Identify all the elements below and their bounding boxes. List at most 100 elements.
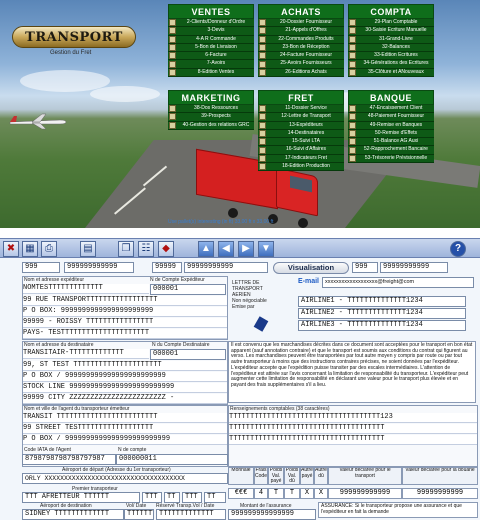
- agent-line-2[interactable]: 99 STREET TESTTTTTTTTTTTTTTTTTT: [23, 424, 227, 434]
- menu-item-ventes-4[interactable]: 5-Bon de Livraison: [168, 44, 254, 53]
- shipper-account-field[interactable]: 000001: [150, 284, 226, 295]
- menu-item-banque-6[interactable]: 52-Rapprochement Bancaire: [348, 146, 434, 155]
- menu-item-banque-5[interactable]: 51-Balance AG Auxi: [348, 138, 434, 147]
- shipper-address-line-3[interactable]: 99999 - ROISSY TTTTTTTTTTTTTTTT: [23, 318, 227, 328]
- accounting-line-2[interactable]: TTTTTTTTTTTTTTTTTTTTTTTTTTTTTTTTTTTTT: [229, 424, 477, 434]
- menu-item-ventes-7[interactable]: 8-Edition Ventes: [168, 69, 254, 78]
- menu-item-fret-7[interactable]: 17-Indicateurs Fret: [258, 155, 344, 164]
- menu-item-marketing-2[interactable]: 39-Prospects: [168, 113, 254, 122]
- menu-item-achats-5[interactable]: 24-Facture Fournisseur: [258, 52, 344, 61]
- menu-item-fret-4[interactable]: 14-Destinataires: [258, 130, 344, 139]
- consignee-name-field[interactable]: TRANSITAIR-TTTTTTTTTTTTT: [23, 349, 149, 359]
- menu-item-compta-1[interactable]: 29-Plan Comptable: [348, 19, 434, 28]
- iata-code-field[interactable]: 8798798798798797987: [22, 454, 116, 465]
- menu-item-fret-3[interactable]: 13-Expéditeurs: [258, 122, 344, 130]
- airline-2-field[interactable]: AIRLINE2 - TTTTTTTTTTTTTT1234: [298, 308, 466, 319]
- code-mid-field[interactable]: 99999: [152, 262, 182, 273]
- document-icon[interactable]: ☷: [138, 241, 154, 257]
- menu-item-compta-5[interactable]: 33-Edition Ecritures: [348, 52, 434, 61]
- stamp-icon[interactable]: ◆: [158, 241, 174, 257]
- menu-item-ventes-5[interactable]: 6-Facture: [168, 52, 254, 61]
- consignee-address-line-4[interactable]: 99999 CITY ZZZZZZZZZZZZZZZZZZZZZZZ -: [23, 394, 227, 404]
- routing-4-field[interactable]: TT: [204, 492, 226, 503]
- agent-line-1[interactable]: TRANSIT TTTTTTTTTTTTTTTTTTTTTTTT: [23, 413, 227, 423]
- shipper-name-field[interactable]: NOMTESTTTTTTTTTTTTT: [23, 284, 149, 294]
- menu-item-achats-3[interactable]: 22-Commandes Produits: [258, 36, 344, 44]
- previous-record-icon[interactable]: ◀: [218, 241, 234, 257]
- consignee-address-line-2[interactable]: P O BOX / 999999999999999999999999: [23, 372, 227, 382]
- other-due-field[interactable]: X: [314, 488, 328, 499]
- routing-2-field[interactable]: TT: [164, 492, 180, 503]
- last-record-icon[interactable]: ▼: [258, 241, 274, 257]
- menu-item-fret-5[interactable]: 15-Suivi LTA: [258, 138, 344, 147]
- consignee-address-line-1[interactable]: 99, ST TEST TTTTTTTTTTTTTTTTTTTTT: [23, 361, 227, 371]
- destination-airport-field[interactable]: SIDNEY TTTTTTTTTTTTT: [22, 509, 124, 520]
- routing-3-field[interactable]: TTT: [182, 492, 202, 503]
- agent-account-field[interactable]: 000000011: [116, 454, 228, 465]
- menu-item-compta-6[interactable]: 34-Générations des Ecritures: [348, 60, 434, 69]
- charge-code-field[interactable]: 4: [254, 488, 268, 499]
- menu-item-ventes-3[interactable]: 4-A R Commande: [168, 36, 254, 44]
- number-mid-field[interactable]: 99999999999: [184, 262, 268, 273]
- menu-item-achats-6[interactable]: 25-Avoirs Fournisseurs: [258, 60, 344, 69]
- reserved-flight-field[interactable]: TTTTTTTTTTTTT: [156, 509, 226, 520]
- consignee-account-field[interactable]: 000001: [150, 349, 226, 360]
- menu-item-fret-8[interactable]: 18-Edition Production: [258, 163, 344, 172]
- currency-field[interactable]: €€€: [228, 488, 254, 499]
- menu-item-ventes-1[interactable]: 2-Clients/Donneur d'Ordre: [168, 19, 254, 28]
- accounting-line-3[interactable]: TTTTTTTTTTTTTTTTTTTTTTTTTTTTTTTTTTTTT: [229, 435, 477, 445]
- menu-item-banque-4[interactable]: 50-Remise d'Effets: [348, 130, 434, 139]
- menu-item-banque-2[interactable]: 48-Paiement Fournisseur: [348, 113, 434, 122]
- shipper-address-line-2[interactable]: P O BOX: 9999999999999999999999: [23, 307, 227, 317]
- visualisation-button[interactable]: Visualisation: [273, 262, 349, 274]
- menu-item-achats-4[interactable]: 23-Bon de Réception: [258, 44, 344, 53]
- menu-item-achats-2[interactable]: 21-Appels d'Offres: [258, 27, 344, 36]
- first-carrier-field[interactable]: TTT AFRETTEUR TTTTTT: [22, 492, 140, 503]
- help-icon[interactable]: ?: [450, 241, 466, 257]
- menu-item-ventes-2[interactable]: 3-Devis: [168, 27, 254, 36]
- first-record-icon[interactable]: ▲: [198, 241, 214, 257]
- shipper-address-line-4[interactable]: PAYS- TESTTTTTTTTTTTTTTTTTTTTT: [23, 329, 227, 339]
- accounting-line-1[interactable]: TTTTTTTTTTTTTTTTTTTTTTTTTTTTTTTTTTTT123: [229, 413, 477, 423]
- menu-item-compta-4[interactable]: 32-Balances: [348, 44, 434, 53]
- airline-3-field[interactable]: AIRLINE3 - TTTTTTTTTTTTTT1234: [298, 320, 466, 331]
- menu-item-ventes-6[interactable]: 7-Avoirs: [168, 60, 254, 69]
- menu-item-achats-1[interactable]: 20-Dossier Fournisseur: [258, 19, 344, 28]
- code-right-field[interactable]: 999: [352, 262, 378, 273]
- number-right-field[interactable]: 99999999999: [380, 262, 448, 273]
- copy-icon[interactable]: ❐: [118, 241, 134, 257]
- email-field[interactable]: xxxxxxxxxxxxxxxxxxx@freight@com: [322, 277, 474, 288]
- number-left-field[interactable]: 999999999999: [64, 262, 134, 273]
- printer-icon[interactable]: ⎙: [41, 241, 57, 257]
- menu-item-compta-3[interactable]: 31-Grand-Livre: [348, 36, 434, 44]
- menu-item-fret-6[interactable]: 16-Suivi d'Affaires: [258, 146, 344, 155]
- code-left-field[interactable]: 999: [22, 262, 60, 273]
- menu-item-compta-2[interactable]: 30-Saisie Ecriture Manuelle: [348, 27, 434, 36]
- routing-1-field[interactable]: TTT: [142, 492, 162, 503]
- next-record-icon[interactable]: ▶: [238, 241, 254, 257]
- menu-item-marketing-1[interactable]: 38-Dos Ressources: [168, 105, 254, 114]
- other-paid-field[interactable]: X: [300, 488, 314, 499]
- carriage-value-field[interactable]: 999999999999: [328, 488, 402, 499]
- customs-value-field[interactable]: 99999999999: [402, 488, 478, 499]
- menu-item-banque-7[interactable]: 53-Trésorerie Prévisionnelle: [348, 155, 434, 164]
- weight-paid-field[interactable]: T: [268, 488, 284, 499]
- agent-line-3[interactable]: P O BOX / 9999999999999999999999999: [23, 435, 227, 445]
- consignee-address-line-3[interactable]: STOCK LINE 9999999999999999999999999: [23, 383, 227, 393]
- menu-item-banque-3[interactable]: 49-Remise en Banques: [348, 122, 434, 130]
- grid-icon[interactable]: ▦: [22, 241, 38, 257]
- insurance-amount-field[interactable]: 999999999999999: [228, 509, 316, 520]
- menu-item-achats-7[interactable]: 26-Editions Achats: [258, 69, 344, 78]
- weight-due-field[interactable]: T: [284, 488, 300, 499]
- trash-icon[interactable]: ✖: [3, 241, 19, 257]
- airline-1-field[interactable]: AIRLINE1 - TTTTTTTTTTTTTT1234: [298, 296, 466, 307]
- menu-item-marketing-3[interactable]: 40-Gestion des relations GRC: [168, 122, 254, 130]
- menu-item-banque-1[interactable]: 47-Encaissement Client: [348, 105, 434, 114]
- shipper-address-line-1[interactable]: 99 RUE TRANSPORTTTTTTTTTTTTTTTTT: [23, 296, 227, 306]
- flight-date-field[interactable]: TTTTTTTTTT: [124, 509, 154, 520]
- menu-item-compta-7[interactable]: 35-Clôture et ANouveaux: [348, 69, 434, 78]
- departure-field[interactable]: ORLY XXXXXXXXXXXXXXXXXXXXXXXXXXXXXXXXXXX…: [22, 473, 228, 484]
- menu-item-fret-1[interactable]: 11-Dossier Service: [258, 105, 344, 114]
- menu-item-fret-2[interactable]: 12-Lettre de Transport: [258, 113, 344, 122]
- calculator-icon[interactable]: ▤: [80, 241, 96, 257]
